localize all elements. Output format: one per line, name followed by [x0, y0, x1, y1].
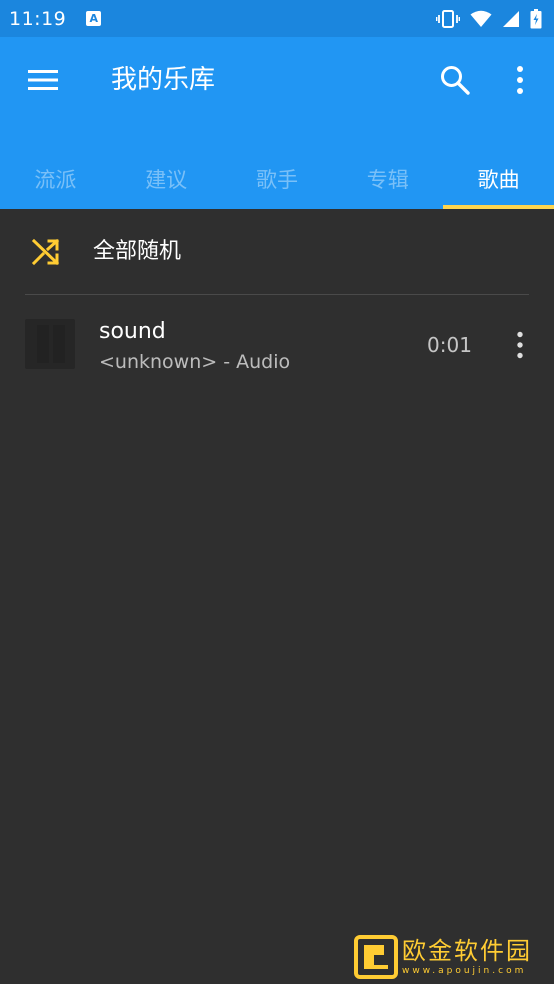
more-vert-icon — [517, 331, 523, 359]
song-title: sound — [99, 319, 166, 344]
shuffle-all-button[interactable]: 全部随机 — [0, 209, 554, 295]
navigation-menu-button[interactable] — [26, 65, 60, 95]
wifi-icon — [470, 10, 492, 27]
song-list-item[interactable]: sound <unknown> - Audio 0:01 — [0, 295, 554, 395]
search-button[interactable] — [438, 63, 472, 97]
tab-artists[interactable]: 歌手 — [222, 149, 333, 209]
toolbar: 我的乐库 — [0, 37, 554, 125]
tab-genres[interactable]: 流派 — [0, 149, 111, 209]
shuffle-all-label: 全部随机 — [93, 239, 182, 264]
battery-icon — [530, 8, 542, 28]
tab-songs[interactable]: 歌曲 — [443, 149, 554, 209]
watermark-url: www.apoujin.com — [402, 966, 527, 976]
more-vert-icon — [517, 66, 523, 94]
tab-albums[interactable]: 专辑 — [332, 149, 443, 209]
song-list: 全部随机 sound <unknown> - Audio 0:01 — [0, 209, 554, 984]
overflow-menu-button[interactable] — [506, 63, 534, 97]
watermark-main-text: 欧金软件园 — [402, 937, 532, 965]
watermark-logo-icon — [354, 935, 398, 979]
signal-icon — [503, 10, 519, 27]
page-title: 我的乐库 — [111, 65, 216, 95]
tab-suggestions[interactable]: 建议 — [111, 149, 222, 209]
search-icon — [441, 66, 470, 95]
status-time: 11:19 — [9, 7, 67, 30]
watermark: 欧金软件园 www.apoujin.com — [354, 934, 550, 980]
song-overflow-button[interactable] — [506, 329, 534, 361]
app-bar: 我的乐库 流派 建议 歌手 专辑 歌曲 — [0, 37, 554, 209]
watermark-text: 欧金软件园 www.apoujin.com — [402, 937, 532, 977]
album-art — [25, 319, 75, 369]
shuffle-icon — [31, 238, 60, 266]
screen: 11:19 A 我的乐库 流派 建议 歌手 专辑 歌曲 全部随机 sound <… — [0, 0, 554, 984]
notification-app-icon: A — [86, 11, 102, 26]
vibrate-icon — [436, 9, 460, 28]
song-duration: 0:01 — [427, 333, 472, 357]
status-bar: 11:19 A — [0, 0, 554, 37]
hamburger-menu-icon — [28, 70, 58, 90]
tab-bar: 流派 建议 歌手 专辑 歌曲 — [0, 149, 554, 209]
song-artist-album: <unknown> - Audio — [99, 351, 291, 373]
status-icons — [436, 8, 542, 29]
